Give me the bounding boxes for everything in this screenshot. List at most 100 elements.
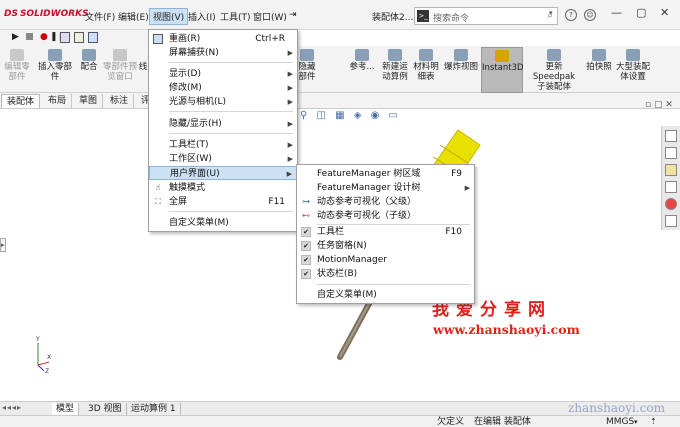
triad-x-axis — [37, 361, 50, 366]
search-placeholder: 搜索命令 — [433, 14, 470, 24]
mate-icon — [82, 49, 96, 61]
menu-item-status-bar[interactable]: ✔ 状态栏(B) — [297, 267, 474, 281]
view-palette-icon[interactable] — [665, 181, 677, 193]
help-icon[interactable]: ? — [565, 9, 577, 21]
menu-item-accelerator: F9 — [451, 169, 462, 179]
search-commands-box[interactable]: >_ 搜索命令 ⌕ — [414, 7, 558, 25]
edit-component-button[interactable]: 编辑零 部件 — [2, 47, 32, 82]
solidworks-logo[interactable]: DS SOLIDWORKS — [4, 9, 89, 19]
reference-triad: Y X Z — [35, 336, 51, 373]
menu-tools[interactable]: 工具(T) — [220, 10, 251, 23]
units-selector[interactable]: MMGS — [606, 416, 634, 427]
checkmark-icon: ✔ — [301, 227, 311, 237]
menu-item-dynamic-ref-parent[interactable]: ⊶ 动态参考可视化（父级） — [297, 195, 474, 209]
menu-file[interactable]: 文件(F) — [85, 10, 115, 23]
units-dropdown-icon[interactable]: ▾ — [634, 416, 638, 427]
menu-item-featuremanager-design-tree[interactable]: FeatureManager 设计树 ▶ — [297, 181, 474, 195]
submenu-arrow-icon: ▶ — [464, 184, 470, 192]
menu-divider — [169, 211, 293, 212]
menu-item-lights-cameras[interactable]: 光源与相机(L) ▶ — [149, 95, 297, 109]
linear-pattern-button[interactable]: 线 — [138, 62, 148, 72]
submenu-arrow-icon: ▶ — [287, 120, 293, 128]
expand-panel-arrow-icon[interactable]: ▸ — [0, 238, 6, 252]
insert-component-label: 插入零部件 — [37, 62, 72, 82]
menu-item-user-interface[interactable]: 用户界面(U) ▶ — [149, 166, 297, 180]
menu-item-display[interactable]: 显示(D) ▶ — [149, 67, 297, 81]
menu-item-label: 隐藏/显示(H) — [169, 119, 222, 129]
minimize-button[interactable]: — — [611, 6, 622, 19]
menu-item-touch-mode[interactable]: ☝ 触摸模式 — [149, 181, 297, 195]
macro-save-icon[interactable] — [88, 32, 98, 43]
menu-item-label: 工具栏(T) — [169, 140, 209, 150]
menu-item-label: 状态栏(B) — [317, 269, 358, 279]
menu-edit[interactable]: 编辑(E) — [118, 10, 149, 23]
exploded-view-button[interactable]: 爆炸视图 — [442, 47, 480, 72]
menu-window[interactable]: 窗口(W) — [253, 10, 287, 23]
menu-divider — [317, 284, 470, 285]
component-preview-button[interactable]: 零部件预 览窗口 — [100, 47, 140, 82]
document-title: 装配体2.... — [372, 13, 417, 23]
take-snapshot-button[interactable]: 拍快照 — [584, 47, 614, 72]
menu-item-modify[interactable]: 修改(M) ▶ — [149, 81, 297, 95]
menu-item-motionmanager[interactable]: ✔ MotionManager — [297, 253, 474, 267]
insert-component-button[interactable]: 插入零部件 — [34, 47, 76, 82]
menu-item-label: FeatureManager 树区域 — [317, 169, 421, 179]
large-assembly-icon — [626, 49, 640, 61]
play-icon[interactable]: ▶ — [12, 32, 19, 42]
tab-sketch[interactable]: 草图 — [74, 94, 104, 108]
update-speedpak-button[interactable]: 更新 Speedpak 子装配体 — [526, 47, 582, 92]
status-arrow-icon[interactable]: ⇡ — [650, 416, 657, 427]
macro-new-icon[interactable] — [60, 32, 70, 43]
large-assembly-settings-button[interactable]: 大型装配 体设置 — [614, 47, 652, 82]
tab-markup[interactable]: 标注 — [105, 94, 135, 108]
menu-item-dynamic-ref-child[interactable]: ⊷ 动态参考可视化（子级） — [297, 209, 474, 223]
menu-item-featuremanager-tree-area[interactable]: FeatureManager 树区域 F9 — [297, 167, 474, 181]
new-motion-study-button[interactable]: 新建运 动算例 — [380, 47, 410, 82]
menu-item-task-pane[interactable]: ✔ 任务窗格(N) — [297, 239, 474, 253]
tab-scroll-arrows-icon[interactable]: ◂◂◂▸ — [2, 403, 22, 412]
tab-motion-study[interactable]: 运动算例 1 — [127, 403, 181, 415]
menu-insert[interactable]: 插入(I) — [188, 10, 216, 23]
menu-item-workspace[interactable]: 工作区(W) ▶ — [149, 152, 297, 166]
file-explorer-icon[interactable] — [665, 164, 677, 176]
reference-geometry-button[interactable]: 参考... — [346, 47, 378, 72]
user-icon[interactable]: ☺ — [584, 9, 596, 21]
menu-item-hide-show[interactable]: 隐藏/显示(H) ▶ — [149, 117, 297, 131]
menu-item-label: 光源与相机(L) — [169, 97, 227, 107]
update-speedpak-label: 更新 Speedpak 子装配体 — [532, 62, 576, 92]
search-dropdown-icon[interactable]: ▾ — [549, 9, 553, 17]
menu-item-screen-capture[interactable]: 屏幕捕获(N) ▶ — [149, 46, 297, 60]
custom-properties-icon[interactable] — [665, 215, 677, 227]
close-button[interactable]: ✕ — [660, 6, 669, 19]
menu-view[interactable]: 视图(V) — [149, 8, 189, 25]
tab-model[interactable]: 模型 — [52, 403, 80, 415]
menu-item-redraw[interactable]: 重画(R) Ctrl+R — [149, 32, 297, 46]
menu-item-label: 触摸模式 — [169, 183, 206, 193]
tab-layout[interactable]: 布局 — [43, 94, 73, 108]
instant3d-button[interactable]: Instant3D — [481, 47, 524, 93]
appearances-icon[interactable] — [665, 198, 677, 210]
maximize-button[interactable]: ▢ — [636, 6, 646, 19]
bill-of-materials-button[interactable]: 材料明 细表 — [412, 47, 440, 82]
command-manager-tabs: 装配体 布局 草图 标注 评 — [0, 93, 680, 109]
submenu-arrow-icon: ▶ — [286, 170, 292, 178]
hide-components-label: 隐藏 部件 — [298, 62, 316, 82]
hide-components-button[interactable]: 隐藏 部件 — [298, 47, 316, 82]
pin-menu-icon[interactable]: ⇥ — [289, 10, 297, 20]
menu-item-customize-menu-ui[interactable]: 自定义菜单(M) — [297, 288, 474, 302]
tab-3d-views[interactable]: 3D 视图 — [84, 403, 127, 415]
heads-up-view-toolbar[interactable]: ⚲ ◫ ▦ ◈ ◉ ▭ — [300, 110, 401, 121]
mate-button[interactable]: 配合 — [78, 47, 100, 72]
menu-item-toolbars[interactable]: 工具栏(T) ▶ — [149, 138, 297, 152]
taskpane-controls[interactable]: ▫ ▢ ✕ — [645, 100, 673, 110]
menu-item-label: 修改(M) — [169, 83, 202, 93]
stop-icon[interactable] — [26, 33, 33, 40]
tab-assembly[interactable]: 装配体 — [1, 94, 41, 108]
record-icon[interactable]: ● — [40, 32, 48, 42]
home-icon[interactable] — [665, 130, 677, 142]
menu-item-full-screen[interactable]: ⛶ 全屏 F11 — [149, 195, 297, 209]
menu-item-customize-menu[interactable]: 自定义菜单(M) — [149, 216, 297, 230]
macro-edit-icon[interactable] — [74, 32, 84, 43]
design-library-icon[interactable] — [665, 147, 677, 159]
menu-item-toolbars-toggle[interactable]: ✔ 工具栏 F10 — [297, 225, 474, 239]
